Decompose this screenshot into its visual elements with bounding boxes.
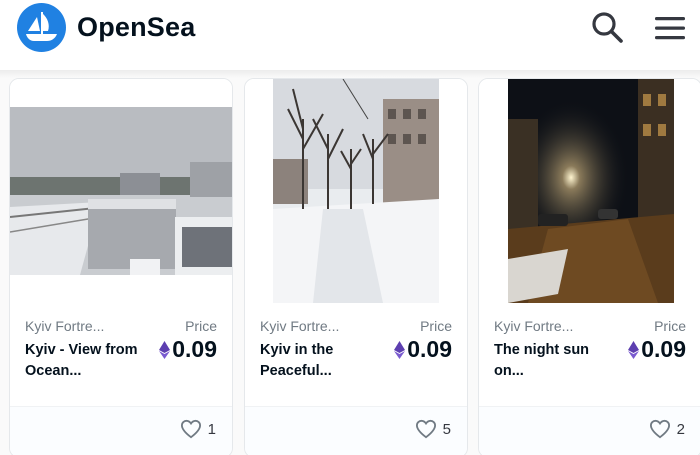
price-label: Price (185, 318, 217, 334)
favorite-count: 2 (676, 420, 685, 438)
header-divider (0, 70, 700, 78)
asset-name[interactable]: Kyiv in the Peaceful... (260, 340, 378, 382)
top-navbar: OpenSea (0, 0, 700, 70)
favorite-count: 5 (442, 420, 451, 438)
asset-card[interactable]: Kyiv Fortre... Kyiv - View from Ocean...… (9, 78, 233, 455)
asset-image[interactable] (10, 79, 232, 305)
photo-thumbnail-icon (10, 107, 232, 275)
heart-icon (415, 419, 436, 439)
favorite-button[interactable]: 2 (649, 419, 685, 439)
search-button[interactable] (590, 10, 624, 44)
heart-icon (649, 419, 670, 439)
price-value: 0.09 (172, 336, 217, 362)
collection-name[interactable]: Kyiv Fortre... (260, 318, 339, 334)
asset-grid: Kyiv Fortre... Kyiv - View from Ocean...… (0, 78, 700, 455)
ethereum-icon (394, 340, 406, 359)
search-icon (592, 12, 623, 43)
collection-name[interactable]: Kyiv Fortre... (25, 318, 104, 334)
card-footer: 5 (245, 406, 467, 455)
asset-card[interactable]: Kyiv Fortre... The night sun on... Price… (478, 78, 700, 455)
price-label: Price (654, 318, 686, 334)
brand-name[interactable]: OpenSea (77, 12, 195, 43)
photo-thumbnail-icon (508, 79, 674, 303)
photo-thumbnail-icon (273, 79, 439, 303)
card-footer: 1 (10, 406, 232, 455)
asset-price: 0.09 (628, 336, 686, 363)
asset-name[interactable]: Kyiv - View from Ocean... (25, 340, 143, 382)
asset-image[interactable] (479, 79, 700, 305)
asset-image[interactable] (245, 79, 467, 305)
price-value: 0.09 (641, 336, 686, 362)
ethereum-icon (628, 340, 640, 359)
favorite-button[interactable]: 1 (180, 419, 216, 439)
asset-price: 0.09 (159, 336, 217, 363)
opensea-logo-icon[interactable] (17, 3, 66, 52)
card-footer: 2 (479, 406, 700, 455)
collection-name[interactable]: Kyiv Fortre... (494, 318, 573, 334)
heart-icon (180, 419, 201, 439)
ethereum-icon (159, 340, 171, 359)
asset-name[interactable]: The night sun on... (494, 340, 612, 382)
asset-card[interactable]: Kyiv Fortre... Kyiv in the Peaceful... P… (244, 78, 468, 455)
menu-button[interactable] (653, 14, 687, 42)
favorite-count: 1 (207, 420, 216, 438)
favorite-button[interactable]: 5 (415, 419, 451, 439)
hamburger-menu-icon (655, 17, 685, 40)
price-value: 0.09 (407, 336, 452, 362)
asset-price: 0.09 (394, 336, 452, 363)
price-label: Price (420, 318, 452, 334)
